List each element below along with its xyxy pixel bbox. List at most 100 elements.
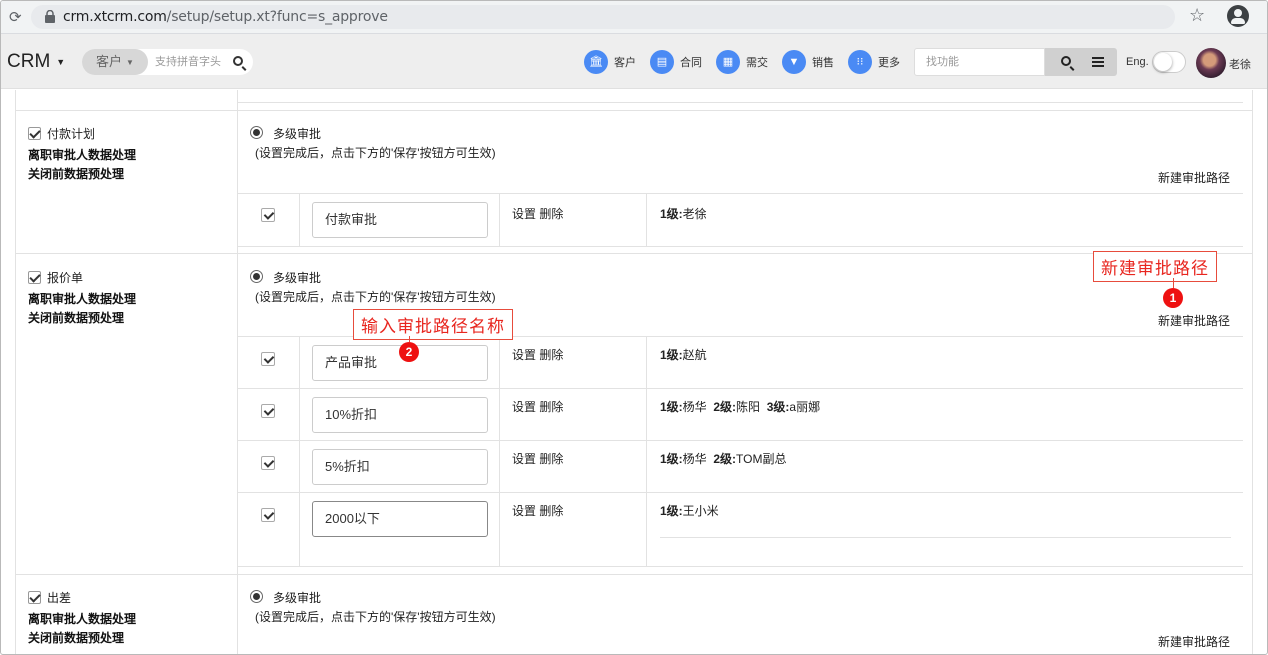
path-ops[interactable]: 设置 删除 [512,398,563,415]
save-hint: (设置完成后，点击下方的'保存'按钮方可生效) [255,146,496,160]
divider [1252,90,1253,654]
approval-settings: 付款计划 离职审批人数据处理 关闭前数据预处理 多级审批 (设置完成后，点击下方… [1,90,1267,654]
multi-level-label: 多级审批 [273,591,322,605]
divider [499,337,500,567]
path-ops[interactable]: 设置 删除 [512,346,563,363]
path-name-input[interactable]: 付款审批 [312,202,488,238]
new-approval-path-link[interactable]: 新建审批路径 [1158,633,1230,650]
divider [15,253,1253,254]
global-search: 客户 ▼ 支持拼音字头 [82,49,253,75]
section-business-trip: 出差 离职审批人数据处理 关闭前数据预处理 [28,591,137,646]
function-buttons [1045,48,1117,76]
crm-menu[interactable]: CRM ▼ [7,51,65,73]
divider [299,194,300,246]
path-name-input[interactable]: 5%折扣 [312,449,488,485]
nav-customer[interactable]: 🏛 客户 [584,49,636,75]
divider [15,90,16,654]
url-text: crm.xtcrm.com/setup/setup.xt?func=s_appr… [63,9,388,25]
multi-level-radio[interactable] [250,590,263,603]
divider [237,388,1243,389]
path-ops[interactable]: 设置 删除 [512,450,563,467]
address-bar[interactable]: crm.xtcrm.com/setup/setup.xt?func=s_appr… [31,5,1175,29]
divider [15,574,1253,575]
leave-approver-option[interactable]: 离职审批人数据处理 [28,146,136,163]
nav-sales[interactable]: ▼ 销售 [782,49,834,75]
approval-levels: 1级:杨华 2级:TOM副总 [660,452,787,466]
document-icon: ▤ [650,50,674,74]
bank-icon: 🏛 [584,50,608,74]
leave-approver-option[interactable]: 离职审批人数据处理 [28,290,136,307]
divider [237,102,1243,103]
approval-levels: 1级:老徐 [660,207,707,221]
annotation-callout-2: 输入审批路径名称 [353,309,513,340]
pre-close-option[interactable]: 关闭前数据预处理 [28,309,136,326]
leave-approver-option[interactable]: 离职审批人数据处理 [28,610,136,627]
browser-toolbar: ⟳ crm.xtcrm.com/setup/setup.xt?func=s_ap… [1,1,1267,34]
section-quotation: 报价单 离职审批人数据处理 关闭前数据预处理 [28,271,137,326]
annotation-badge-2: 2 [399,342,419,362]
funnel-icon: ▼ [782,50,806,74]
section-checkbox[interactable] [28,271,41,284]
path-checkbox[interactable] [261,508,275,522]
multi-level-label: 多级审批 [273,127,322,141]
divider [646,194,647,246]
multi-level-radio[interactable] [250,126,263,139]
divider [237,492,1243,493]
annotation-badge-1: 1 [1163,288,1183,308]
approval-levels: 1级:王小米 [660,504,719,518]
path-ops[interactable]: 设置 删除 [512,205,563,222]
search-type-dropdown[interactable]: 客户 ▼ [82,49,148,75]
divider [237,246,1243,247]
bookmark-star-icon[interactable]: ☆ [1189,5,1205,26]
annotation-callout-1: 新建审批路径 [1093,251,1217,282]
path-ops[interactable]: 设置 删除 [512,502,563,519]
multi-level-label: 多级审批 [273,271,322,285]
path-name-input[interactable]: 10%折扣 [312,397,488,433]
divider [237,193,1243,194]
annotation-leader [1173,278,1174,288]
divider [237,440,1243,441]
nav-contract[interactable]: ▤ 合同 [650,49,702,75]
chevron-down-icon: ▼ [56,56,66,67]
new-approval-path-link[interactable]: 新建审批路径 [1158,169,1230,186]
section-checkbox[interactable] [28,591,41,604]
menu-icon[interactable] [1092,57,1104,59]
divider [237,90,238,654]
avatar[interactable] [1196,48,1226,78]
path-checkbox[interactable] [261,404,275,418]
divider [237,566,1243,567]
search-icon[interactable] [233,56,243,66]
search-icon[interactable] [1061,56,1071,66]
account-icon[interactable] [1227,5,1249,27]
section-checkbox[interactable] [28,127,41,140]
path-name-input-active[interactable]: 2000以下 [312,501,488,537]
language-toggle[interactable] [1152,51,1186,73]
reload-icon[interactable]: ⟳ [9,8,22,26]
more-icon: ⁝⁝ [848,50,872,74]
lock-icon [45,10,55,23]
save-hint: (设置完成后，点击下方的'保存'按钮方可生效) [255,290,496,304]
divider [15,110,1253,111]
approval-levels: 1级:杨华 2级:陈阳 3级:a丽娜 [660,400,821,414]
divider [299,337,300,567]
multi-level-radio[interactable] [250,270,263,283]
user-name[interactable]: 老徐 [1229,56,1251,72]
pre-close-option[interactable]: 关闭前数据预处理 [28,629,136,646]
save-hint: (设置完成后，点击下方的'保存'按钮方可生效) [255,610,496,624]
path-checkbox[interactable] [261,352,275,366]
path-checkbox[interactable] [261,456,275,470]
new-approval-path-link[interactable]: 新建审批路径 [1158,312,1230,329]
nav-delivery[interactable]: ▦ 需交 [716,49,768,75]
section-payment-plan: 付款计划 离职审批人数据处理 关闭前数据预处理 [28,127,137,182]
chevron-down-icon: ▼ [126,57,134,67]
nav-more[interactable]: ⁝⁝ 更多 [848,49,900,75]
grid-icon: ▦ [716,50,740,74]
approval-levels: 1级:赵航 [660,348,707,362]
pre-close-option[interactable]: 关闭前数据预处理 [28,165,136,182]
divider [499,194,500,246]
search-input[interactable]: 支持拼音字头 [155,49,221,75]
path-checkbox[interactable] [261,208,275,222]
language-label: Eng. [1126,56,1149,68]
find-function-input[interactable]: 找功能 [914,48,1045,76]
app-header: CRM ▼ 客户 ▼ 支持拼音字头 🏛 客户 ▤ 合同 ▦ 需交 ▼ 销售 ⁝⁝ 更多 找功能… [1,34,1267,89]
